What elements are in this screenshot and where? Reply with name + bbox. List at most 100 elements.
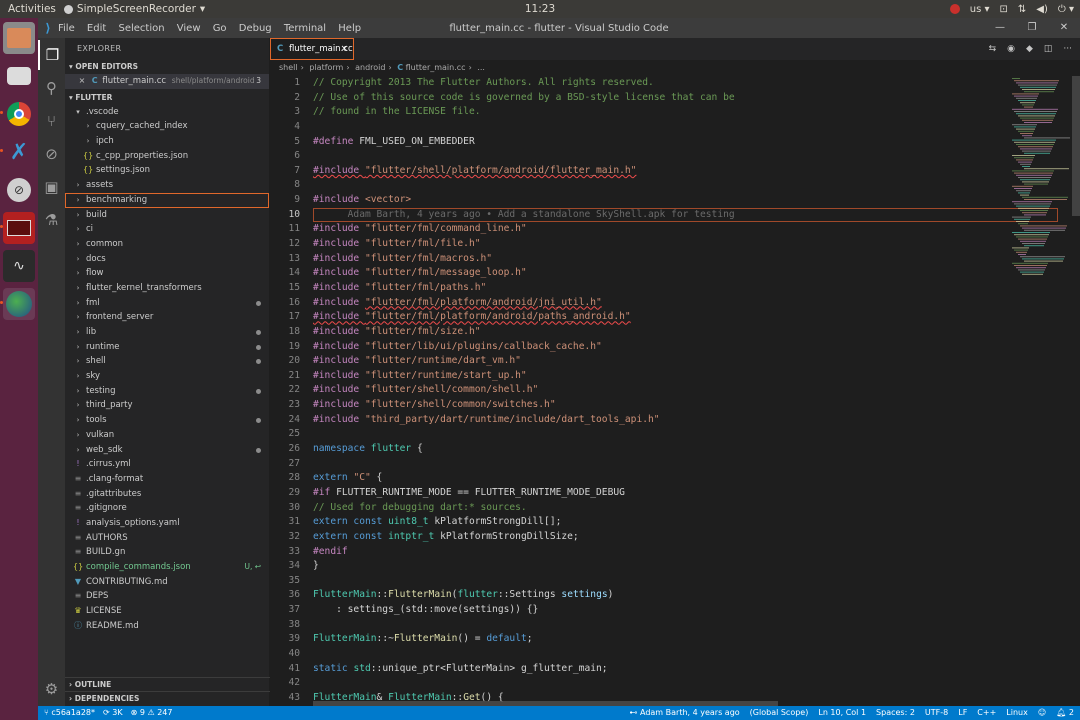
dependencies-section[interactable]: › DEPENDENCIES (65, 691, 270, 705)
record-icon[interactable] (949, 4, 960, 14)
code-line[interactable]: static std::unique_ptr<FlutterMain> g_fl… (313, 662, 1003, 677)
close-window-button[interactable]: ✕ (1048, 18, 1080, 38)
tree-item[interactable]: › flutter_kernel_transformers (65, 281, 269, 296)
menu-debug[interactable]: Debug (239, 23, 272, 34)
eye-icon[interactable]: ◉ (1007, 44, 1015, 54)
code-line[interactable]: #include "flutter/fml/macros.h" (313, 252, 1003, 267)
compare-icon[interactable]: ⇆ (989, 44, 997, 54)
breadcrumb-file[interactable]: flutter_main.cc (406, 63, 466, 72)
tree-item[interactable]: ≡ AUTHORS (65, 531, 269, 546)
tree-item[interactable]: › shell (65, 354, 269, 369)
files-app[interactable] (3, 22, 35, 54)
close-icon[interactable]: × (77, 74, 87, 89)
vscode-app[interactable]: ✗ (0, 136, 35, 168)
power-icon[interactable]: ⏻ ▾ (1058, 4, 1074, 15)
tree-item[interactable]: › flow (65, 266, 269, 281)
breadcrumb-more[interactable]: ... (477, 63, 485, 72)
code-line[interactable]: #include "flutter/fml/platform/android/j… (313, 296, 1003, 311)
network-icon[interactable]: ⇅ (1018, 4, 1026, 15)
accessibility-icon[interactable]: ⊡ (1000, 4, 1008, 15)
code-line[interactable]: #include "flutter/fml/message_loop.h" (313, 266, 1003, 281)
tree-item[interactable]: ≡ DEPS (65, 589, 269, 604)
terminal-app[interactable] (0, 212, 35, 244)
code-line[interactable]: #include "flutter/fml/platform/android/p… (313, 310, 1003, 325)
code-line[interactable]: #include "flutter/shell/common/shell.h" (313, 383, 1003, 398)
split-editor-icon[interactable]: ◫ (1044, 44, 1053, 54)
menu-terminal[interactable]: Terminal (284, 23, 326, 34)
breadcrumb-shell[interactable]: shell (279, 63, 298, 72)
code-line[interactable]: #include "third_party/dart/runtime/inclu… (313, 413, 1003, 428)
globe-app[interactable] (0, 288, 35, 320)
tree-item[interactable]: ≡ BUILD.gn (65, 545, 269, 560)
tree-item[interactable]: ▾ .vscode (65, 105, 269, 120)
tree-item[interactable]: › ci (65, 222, 269, 237)
code-line[interactable]: #include "flutter/runtime/start_up.h" (313, 369, 1003, 384)
maximize-button[interactable]: ❐ (1016, 18, 1048, 38)
close-tab-icon[interactable]: × (340, 39, 348, 59)
extensions-icon[interactable]: ▣ (38, 172, 65, 202)
code-line[interactable] (313, 149, 1003, 164)
code-line[interactable]: #endif (313, 545, 1003, 560)
code-line[interactable]: // Use of this source code is governed b… (313, 91, 1003, 106)
tree-item[interactable]: › lib (65, 325, 269, 340)
code-line[interactable] (313, 427, 1003, 442)
tree-item[interactable]: › common (65, 237, 269, 252)
breadcrumb-android[interactable]: android (355, 63, 385, 72)
tree-item[interactable]: {} compile_commands.json U, ↩ (65, 560, 269, 575)
disk-app[interactable]: ⊘ (3, 174, 35, 206)
chrome-app[interactable] (0, 98, 35, 130)
tree-item[interactable]: ! analysis_options.yaml (65, 516, 269, 531)
tree-item[interactable]: ≡ .gitattributes (65, 487, 269, 502)
open-editors-header[interactable]: ▾ OPEN EDITORS (65, 60, 269, 74)
tree-item[interactable]: ⓘ README.md (65, 619, 269, 634)
minimap[interactable] (1010, 76, 1070, 276)
tree-item[interactable]: › third_party (65, 398, 269, 413)
code-line[interactable]: // found in the LICENSE file. (313, 105, 1003, 120)
tree-item[interactable]: › docs (65, 252, 269, 267)
code-line[interactable]: #include "flutter/lib/ui/plugins/callbac… (313, 340, 1003, 355)
tree-item[interactable]: {} settings.json (65, 163, 269, 178)
code-line[interactable]: namespace flutter { (313, 442, 1003, 457)
tree-item[interactable]: › sky (65, 369, 269, 384)
code-line[interactable]: } (313, 559, 1003, 574)
notifications-item[interactable]: 🔔︎ 2 (1056, 706, 1074, 720)
code-line[interactable]: #if FLUTTER_RUNTIME_MODE == FLUTTER_RUNT… (313, 486, 1003, 501)
indentation[interactable]: Spaces: 2 (876, 706, 915, 720)
volume-icon[interactable]: ◀) (1036, 4, 1048, 15)
tree-item[interactable]: › testing (65, 384, 269, 399)
code-line[interactable]: #include "flutter/runtime/dart_vm.h" (313, 354, 1003, 369)
code-line[interactable]: #include "flutter/fml/paths.h" (313, 281, 1003, 296)
vertical-scrollbar[interactable] (1072, 76, 1080, 216)
activities-button[interactable]: Activities (0, 3, 64, 15)
more-actions-icon[interactable]: ··· (1063, 44, 1072, 54)
code-line[interactable]: #include "flutter/fml/size.h" (313, 325, 1003, 340)
sync-item[interactable]: ⟳ 3K (103, 706, 123, 720)
code-line[interactable]: FlutterMain::~FlutterMain() = default; (313, 632, 1003, 647)
language-mode[interactable]: C++ (977, 706, 996, 720)
cursor-position[interactable]: Ln 10, Col 1 (818, 706, 866, 720)
tree-item[interactable]: › build (65, 208, 269, 223)
tree-item[interactable]: › web_sdk (65, 443, 269, 458)
tree-item[interactable]: {} c_cpp_properties.json (65, 149, 269, 164)
code-line[interactable]: #include "flutter/shell/platform/android… (313, 164, 1003, 179)
code-editor[interactable]: 1 2 3 4 5 6 7 8 9 10 11 12 13 14 15 16 17 18 19 20 21 22 23 24 2… (270, 76, 1080, 706)
platform[interactable]: Linux (1006, 706, 1028, 720)
screenshot-app[interactable] (3, 60, 35, 92)
menu-file[interactable]: File (58, 23, 75, 34)
open-editor-item[interactable]: × C flutter_main.cc shell/platform/andro… (65, 74, 269, 89)
problems-item[interactable]: ⊗ 9 ⚠ 247 (131, 706, 173, 720)
keyboard-layout[interactable]: us ▾ (970, 4, 990, 15)
source-control-icon[interactable]: ⑂ (38, 106, 65, 136)
tree-item[interactable]: ♛ LICENSE (65, 604, 269, 619)
tree-item[interactable]: › vulkan (65, 428, 269, 443)
menu-go[interactable]: Go (213, 23, 227, 34)
gear-icon[interactable]: ⚙ (38, 674, 65, 704)
code-line[interactable] (313, 618, 1003, 633)
flask-icon[interactable]: ⚗ (38, 205, 65, 235)
code-line[interactable]: extern const uint8_t kPlatformStrongDill… (313, 515, 1003, 530)
code-line[interactable]: // Copyright 2013 The Flutter Authors. A… (313, 76, 1003, 91)
minimize-button[interactable]: — (984, 18, 1016, 38)
code-line[interactable] (313, 574, 1003, 589)
flutter-root-header[interactable]: ▾ FLUTTER (65, 91, 269, 105)
git-commit-icon[interactable]: ◆ (1026, 44, 1033, 54)
